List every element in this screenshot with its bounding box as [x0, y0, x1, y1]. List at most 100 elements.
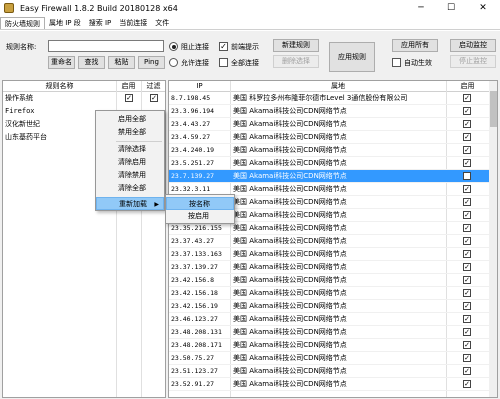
- start-monitor-button[interactable]: 启动监控: [450, 39, 496, 52]
- ip-location: 美国 Akamai科技公司CDN网络节点: [233, 289, 347, 297]
- ip-row[interactable]: 23.4.43.27 美国 Akamai科技公司CDN网络节点 ✓: [169, 118, 489, 131]
- ip-row[interactable]: 23.7.139.27 美国 Akamai科技公司CDN网络节点 ✓: [169, 170, 489, 183]
- ip-row[interactable]: 8.7.198.45 美国 科罗拉多州布隆菲尔德市Level 3通信股份有限公司 ✓: [169, 92, 489, 105]
- ip-row[interactable]: 23.50.75.27 美国 Akamai科技公司CDN网络节点 ✓: [169, 352, 489, 365]
- ip-row[interactable]: 23.42.156.19 美国 Akamai科技公司CDN网络节点 ✓: [169, 300, 489, 313]
- rule-row[interactable]: 操作系统 ✓ ✓: [3, 92, 165, 105]
- ip-row[interactable]: 23.4.240.19 美国 Akamai科技公司CDN网络节点 ✓: [169, 144, 489, 157]
- apply-all-button[interactable]: 应用所有: [392, 39, 438, 52]
- menu-enable-all[interactable]: 启用全部: [96, 113, 164, 126]
- window-title: Easy Firewall 1.8.2 Build 20180128 x64: [20, 3, 178, 13]
- ip-enabled-checkbox[interactable]: ✓: [463, 146, 471, 154]
- submenu-by-enabled[interactable]: 按启用: [166, 210, 234, 223]
- scrollbar-thumb[interactable]: [490, 91, 497, 127]
- ip-enabled-checkbox[interactable]: ✓: [463, 341, 471, 349]
- front-hint-checkbox[interactable]: ✓: [219, 42, 228, 51]
- ip-location: 美国 Akamai科技公司CDN网络节点: [233, 107, 347, 115]
- ip-row[interactable]: 23.42.156.8 美国 Akamai科技公司CDN网络节点 ✓: [169, 274, 489, 287]
- tab-current-connections[interactable]: 当前连接: [115, 17, 151, 29]
- ip-header-enabled[interactable]: 启用: [446, 81, 489, 92]
- rule-name: 山东基药平台: [5, 133, 47, 141]
- new-rule-button[interactable]: 新建规则: [273, 39, 319, 52]
- rule-name-input[interactable]: [48, 40, 164, 52]
- menu-clear-selected[interactable]: 清除选择: [96, 143, 164, 156]
- ip-address: 23.51.123.27: [171, 367, 218, 375]
- tab-search-ip[interactable]: 搜索 IP: [85, 17, 116, 29]
- ip-location: 美国 Akamai科技公司CDN网络节点: [233, 185, 347, 193]
- rule-name-label: 规则名称:: [6, 43, 37, 51]
- ip-enabled-checkbox[interactable]: ✓: [463, 302, 471, 310]
- ip-row[interactable]: 23.48.208.171 美国 Akamai科技公司CDN网络节点 ✓: [169, 339, 489, 352]
- ip-address: 23.37.133.163: [171, 250, 222, 258]
- ip-header-ip[interactable]: IP: [169, 81, 230, 92]
- ip-enabled-checkbox[interactable]: ✓: [463, 94, 471, 102]
- rules-header-name[interactable]: 规则名称: [3, 81, 116, 92]
- ip-enabled-checkbox[interactable]: ✓: [463, 367, 471, 375]
- submenu-by-name[interactable]: 按名称: [166, 197, 234, 210]
- ping-button[interactable]: Ping: [138, 56, 165, 69]
- ip-row[interactable]: 23.48.208.131 美国 Akamai科技公司CDN网络节点 ✓: [169, 326, 489, 339]
- ip-enabled-checkbox[interactable]: ✓: [463, 263, 471, 271]
- ip-location: 美国 Akamai科技公司CDN网络节点: [233, 159, 347, 167]
- ip-enabled-checkbox[interactable]: ✓: [463, 198, 471, 206]
- ip-enabled-checkbox[interactable]: ✓: [463, 185, 471, 193]
- allow-connection-radio[interactable]: [169, 58, 178, 67]
- rename-button[interactable]: 重命名: [48, 56, 75, 69]
- ip-enabled-checkbox[interactable]: ✓: [463, 328, 471, 336]
- ip-address: 23.46.123.27: [171, 315, 218, 323]
- ip-row[interactable]: 23.37.133.163 美国 Akamai科技公司CDN网络节点 ✓: [169, 248, 489, 261]
- rules-header-enabled[interactable]: 启用: [116, 81, 141, 92]
- ip-enabled-checkbox[interactable]: ✓: [463, 315, 471, 323]
- ip-row[interactable]: 23.5.251.27 美国 Akamai科技公司CDN网络节点 ✓: [169, 157, 489, 170]
- delete-selected-button[interactable]: 删除选择: [273, 55, 319, 68]
- tab-file[interactable]: 文件: [151, 17, 173, 29]
- ip-enabled-checkbox[interactable]: ✓: [463, 289, 471, 297]
- ip-enabled-checkbox[interactable]: ✓: [463, 107, 471, 115]
- ip-row[interactable]: 23.46.123.27 美国 Akamai科技公司CDN网络节点 ✓: [169, 313, 489, 326]
- ip-row[interactable]: 23.52.91.27 美国 Akamai科技公司CDN网络节点 ✓: [169, 378, 489, 391]
- ip-enabled-checkbox[interactable]: ✓: [463, 172, 471, 180]
- ip-header-location[interactable]: 属地: [230, 81, 446, 92]
- ip-location: 美国 Akamai科技公司CDN网络节点: [233, 328, 347, 336]
- maximize-icon[interactable]: ☐: [436, 0, 466, 16]
- ip-row[interactable]: 23.37.43.27 美国 Akamai科技公司CDN网络节点 ✓: [169, 235, 489, 248]
- ip-enabled-checkbox[interactable]: ✓: [463, 211, 471, 219]
- vertical-scrollbar[interactable]: [489, 81, 497, 397]
- block-connection-radio[interactable]: [169, 42, 178, 51]
- all-connections-checkbox[interactable]: [219, 58, 228, 67]
- paste-button[interactable]: 粘贴: [108, 56, 135, 69]
- minimize-icon[interactable]: ─: [406, 0, 436, 16]
- stop-monitor-button[interactable]: 停止监控: [450, 55, 496, 68]
- window-controls: ─ ☐ ✕: [406, 0, 500, 16]
- apply-rule-button[interactable]: 应用规则: [329, 42, 375, 72]
- menu-reload[interactable]: 重新加载 ▶: [96, 197, 164, 210]
- find-button[interactable]: 查找: [78, 56, 105, 69]
- rule-filter-checkbox[interactable]: ✓: [150, 94, 158, 102]
- menu-clear-enabled[interactable]: 清除启用: [96, 156, 164, 169]
- ip-row[interactable]: 23.51.123.27 美国 Akamai科技公司CDN网络节点 ✓: [169, 365, 489, 378]
- ip-enabled-checkbox[interactable]: ✓: [463, 380, 471, 388]
- ip-row[interactable]: 23.4.59.27 美国 Akamai科技公司CDN网络节点 ✓: [169, 131, 489, 144]
- ip-enabled-checkbox[interactable]: ✓: [463, 133, 471, 141]
- ip-row[interactable]: 23.37.139.27 美国 Akamai科技公司CDN网络节点 ✓: [169, 261, 489, 274]
- close-icon[interactable]: ✕: [466, 0, 500, 16]
- ip-enabled-checkbox[interactable]: ✓: [463, 120, 471, 128]
- tab-ip-ranges[interactable]: 属地 IP 段: [45, 17, 85, 29]
- ip-enabled-checkbox[interactable]: ✓: [463, 250, 471, 258]
- menu-clear-disabled[interactable]: 清除禁用: [96, 169, 164, 182]
- ip-enabled-checkbox[interactable]: ✓: [463, 354, 471, 362]
- ip-address: 23.7.139.27: [171, 172, 215, 180]
- ip-row[interactable]: 23.42.156.18 美国 Akamai科技公司CDN网络节点 ✓: [169, 287, 489, 300]
- rule-enabled-checkbox[interactable]: ✓: [125, 94, 133, 102]
- menu-disable-all[interactable]: 禁用全部: [96, 126, 164, 139]
- ip-row[interactable]: 23.3.96.194 美国 Akamai科技公司CDN网络节点 ✓: [169, 105, 489, 118]
- ip-address: 23.48.208.171: [171, 341, 222, 349]
- rules-header-filter[interactable]: 过滤: [141, 81, 165, 92]
- ip-enabled-checkbox[interactable]: ✓: [463, 276, 471, 284]
- menu-clear-all[interactable]: 清除全部: [96, 182, 164, 195]
- auto-start-checkbox[interactable]: [392, 58, 401, 67]
- ip-enabled-checkbox[interactable]: ✓: [463, 159, 471, 167]
- ip-enabled-checkbox[interactable]: ✓: [463, 224, 471, 232]
- tab-firewall-rules[interactable]: 防火墙规则: [0, 17, 45, 29]
- ip-enabled-checkbox[interactable]: ✓: [463, 237, 471, 245]
